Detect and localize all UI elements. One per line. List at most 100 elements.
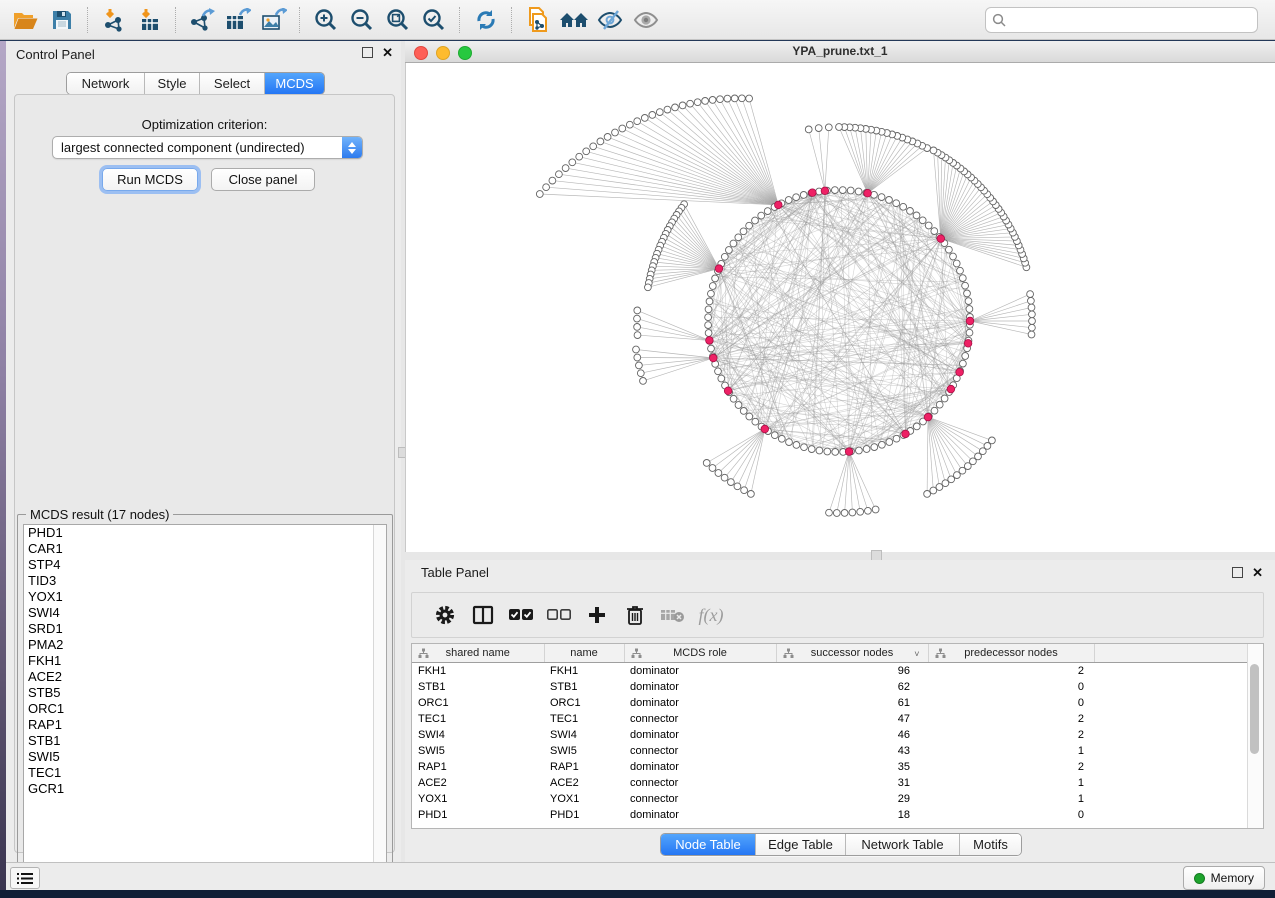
mcds-result-list[interactable]: PHD1CAR1STP4TID3YOX1SWI4SRD1PMA2FKH1ACE2… <box>23 524 387 882</box>
task-history-button[interactable] <box>10 867 40 889</box>
export-network-button[interactable] <box>184 4 220 36</box>
table-row[interactable]: SWI5SWI5connector431 <box>412 743 1250 759</box>
close-panel-icon-button[interactable]: ✕ <box>382 47 393 58</box>
delete-table-button[interactable] <box>654 597 692 633</box>
mcds-result-item[interactable]: CAR1 <box>24 541 386 557</box>
mcds-result-item[interactable]: GCR1 <box>24 781 386 797</box>
tab-edge-table[interactable]: Edge Table <box>755 834 845 855</box>
memory-button[interactable]: Memory <box>1183 866 1265 890</box>
dominator-node[interactable] <box>864 189 872 197</box>
node-table[interactable]: shared namenameMCDS rolesuccessor nodes˅… <box>411 643 1264 829</box>
mcds-result-item[interactable]: TEC1 <box>24 765 386 781</box>
table-row[interactable]: TEC1TEC1connector472 <box>412 711 1250 727</box>
table-row[interactable]: ORC1ORC1dominator610 <box>412 695 1250 711</box>
column-header-successor-nodes[interactable]: successor nodes˅ <box>776 644 928 663</box>
table-row[interactable]: ACE2ACE2connector311 <box>412 775 1250 791</box>
tab-node-table[interactable]: Node Table <box>661 834 755 855</box>
column-header-shared-name[interactable]: shared name <box>412 644 544 663</box>
dominator-node[interactable] <box>821 187 829 195</box>
search-field[interactable] <box>985 7 1258 33</box>
table-row[interactable]: STB1STB1dominator620 <box>412 679 1250 695</box>
zoom-in-button[interactable] <box>308 4 344 36</box>
column-header-predecessor-nodes[interactable]: predecessor nodes <box>928 644 1094 663</box>
tab-network[interactable]: Network <box>67 73 144 94</box>
mcds-result-item[interactable]: ACE2 <box>24 669 386 685</box>
table-row[interactable]: FKH1FKH1dominator962 <box>412 663 1250 680</box>
mcds-result-item[interactable]: YOX1 <box>24 589 386 605</box>
tab-network-table[interactable]: Network Table <box>845 834 959 855</box>
window-close-icon[interactable] <box>414 46 428 60</box>
table-close-button[interactable]: ✕ <box>1252 567 1263 578</box>
add-column-button[interactable] <box>578 597 616 633</box>
horizontal-splitter[interactable] <box>405 552 1275 560</box>
table-scrollbar-thumb[interactable] <box>1250 664 1259 754</box>
tab-mcds[interactable]: MCDS <box>264 73 324 94</box>
dominator-node[interactable] <box>845 448 853 456</box>
tab-select[interactable]: Select <box>199 73 264 94</box>
table-row[interactable]: PHD1PHD1dominator180 <box>412 807 1250 823</box>
function-builder-button[interactable]: f(x) <box>692 597 730 633</box>
run-mcds-button[interactable]: Run MCDS <box>102 168 198 191</box>
mcds-result-item[interactable]: SWI5 <box>24 749 386 765</box>
table-settings-button[interactable] <box>426 597 464 633</box>
mcds-result-item[interactable]: PHD1 <box>24 525 386 541</box>
mcds-result-item[interactable]: RAP1 <box>24 717 386 733</box>
table-float-button[interactable] <box>1232 567 1243 578</box>
select-all-button[interactable] <box>502 597 540 633</box>
clone-network-button[interactable] <box>520 4 556 36</box>
mcds-result-item[interactable]: STP4 <box>24 557 386 573</box>
dominator-node[interactable] <box>956 368 964 376</box>
toggle-columns-button[interactable] <box>464 597 502 633</box>
mcds-result-item[interactable]: SRD1 <box>24 621 386 637</box>
column-header-MCDS-role[interactable]: MCDS role <box>624 644 776 663</box>
mcds-result-item[interactable]: PMA2 <box>24 637 386 653</box>
tab-motifs[interactable]: Motifs <box>959 834 1021 855</box>
mcds-result-item[interactable]: TID3 <box>24 573 386 589</box>
dominator-node[interactable] <box>937 235 945 243</box>
save-session-button[interactable] <box>44 4 80 36</box>
export-image-button[interactable] <box>256 4 292 36</box>
column-header-name[interactable]: name <box>544 644 624 663</box>
import-table-button[interactable] <box>132 4 168 36</box>
dominator-node[interactable] <box>809 189 817 197</box>
window-minimize-icon[interactable] <box>436 46 450 60</box>
float-panel-button[interactable] <box>362 47 373 58</box>
dominator-node[interactable] <box>947 385 955 393</box>
mcds-result-item[interactable]: ORC1 <box>24 701 386 717</box>
table-row[interactable]: SWI4SWI4dominator462 <box>412 727 1250 743</box>
mcds-result-item[interactable]: STB5 <box>24 685 386 701</box>
dominator-node[interactable] <box>715 265 723 273</box>
result-scrollbar[interactable] <box>373 525 386 881</box>
dominator-node[interactable] <box>966 317 974 325</box>
dominator-node[interactable] <box>902 430 910 438</box>
dominator-node[interactable] <box>761 425 769 433</box>
export-table-button[interactable] <box>220 4 256 36</box>
mcds-result-item[interactable]: SWI4 <box>24 605 386 621</box>
zoom-out-button[interactable] <box>344 4 380 36</box>
first-neighbors-button[interactable] <box>556 4 592 36</box>
zoom-selected-button[interactable] <box>416 4 452 36</box>
tab-style[interactable]: Style <box>144 73 199 94</box>
criterion-dropdown[interactable]: largest connected component (undirected) <box>52 136 363 159</box>
mcds-result-item[interactable]: STB1 <box>24 733 386 749</box>
dominator-node[interactable] <box>710 354 718 362</box>
dominator-node[interactable] <box>964 340 972 348</box>
refresh-layout-button[interactable] <box>468 4 504 36</box>
mcds-result-item[interactable]: FKH1 <box>24 653 386 669</box>
show-all-button[interactable] <box>628 4 664 36</box>
network-view[interactable] <box>405 63 1275 552</box>
close-panel-button[interactable]: Close panel <box>211 168 315 191</box>
network-window-titlebar[interactable]: YPA_prune.txt_1 <box>405 41 1275 63</box>
dominator-node[interactable] <box>706 337 714 345</box>
network-canvas[interactable] <box>406 63 1274 551</box>
table-scrollbar[interactable] <box>1247 644 1263 828</box>
table-row[interactable]: YOX1YOX1connector291 <box>412 791 1250 807</box>
import-network-button[interactable] <box>96 4 132 36</box>
dominator-node[interactable] <box>775 201 783 209</box>
window-maximize-icon[interactable] <box>458 46 472 60</box>
delete-column-button[interactable] <box>616 597 654 633</box>
search-input[interactable] <box>1010 12 1251 28</box>
open-session-button[interactable] <box>8 4 44 36</box>
zoom-fit-button[interactable] <box>380 4 416 36</box>
dominator-node[interactable] <box>924 413 932 421</box>
